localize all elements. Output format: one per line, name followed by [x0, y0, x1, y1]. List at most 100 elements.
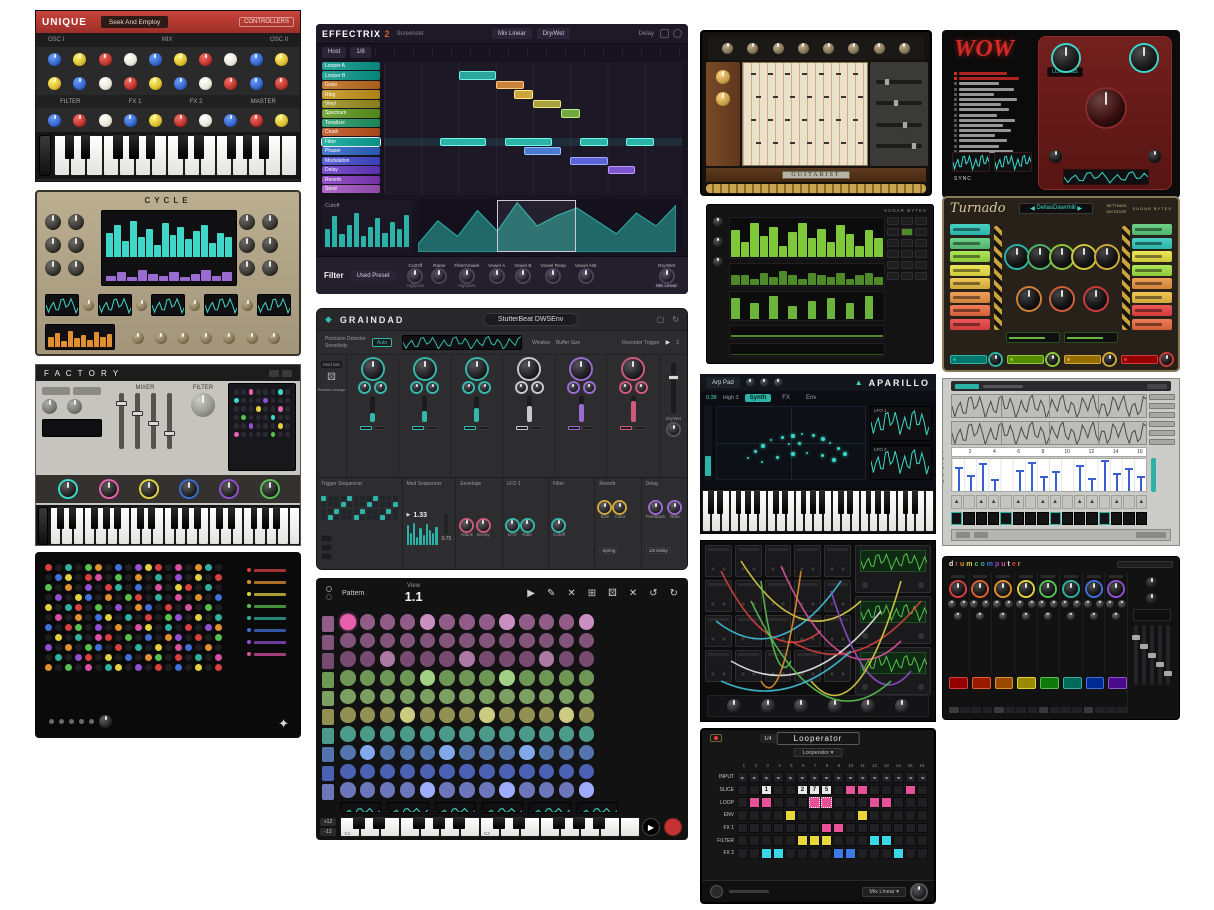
jack-icon[interactable] — [918, 582, 924, 588]
tool-icon[interactable]: ▶ — [527, 588, 535, 599]
preset-select[interactable]: ◀ DellasDawnhill ▶ — [1019, 203, 1093, 214]
clock-dot[interactable] — [175, 614, 182, 621]
piano-key-black[interactable] — [754, 490, 760, 514]
fx-slot-chip[interactable] — [1132, 305, 1172, 316]
clock-dot[interactable] — [215, 654, 222, 661]
fx-slot-chip[interactable] — [1132, 238, 1172, 249]
grid-dot[interactable] — [249, 406, 254, 412]
trigger-cell[interactable] — [321, 502, 326, 507]
drum-pad[interactable] — [949, 677, 968, 689]
step-circle[interactable] — [420, 670, 436, 686]
level-bar[interactable] — [68, 331, 74, 347]
knob[interactable] — [1148, 150, 1161, 163]
step-circle[interactable] — [499, 707, 515, 723]
trigger-cell[interactable] — [328, 515, 333, 520]
clock-dot[interactable] — [165, 584, 172, 591]
knob[interactable] — [1016, 600, 1024, 608]
fx-slot-chip[interactable] — [950, 224, 990, 235]
piano-key-black[interactable] — [573, 817, 585, 829]
level-bar[interactable] — [159, 276, 169, 281]
knob[interactable] — [199, 53, 212, 66]
step-cell[interactable] — [797, 835, 808, 846]
piano-key-white[interactable] — [289, 507, 300, 545]
module[interactable] — [824, 650, 851, 682]
level-bar[interactable] — [416, 537, 418, 544]
trigger-cell[interactable] — [373, 502, 378, 507]
jack-icon[interactable] — [780, 671, 786, 677]
clock-dot[interactable] — [205, 584, 212, 591]
step-circle[interactable] — [360, 633, 376, 649]
pitch-pin-cap[interactable] — [1113, 473, 1121, 475]
sync-chip[interactable] — [582, 426, 594, 430]
clock-dot[interactable] — [85, 564, 92, 571]
step-cell[interactable] — [869, 835, 880, 846]
level-bar[interactable] — [225, 237, 232, 257]
clock-dot[interactable] — [105, 574, 112, 581]
level-bar[interactable] — [410, 533, 412, 545]
pitch-wheel[interactable] — [38, 507, 48, 545]
level-bar[interactable] — [788, 306, 797, 319]
clock-dot[interactable] — [45, 584, 52, 591]
level-bar[interactable] — [769, 227, 778, 257]
clock-dot[interactable] — [45, 664, 52, 671]
step-cell[interactable] — [905, 797, 916, 808]
jack-icon[interactable] — [780, 566, 786, 572]
level-bar[interactable] — [432, 533, 434, 545]
pitch-lane[interactable] — [729, 217, 885, 259]
pitch-pin[interactable] — [1055, 473, 1057, 491]
step-cell[interactable] — [809, 810, 820, 821]
module[interactable] — [794, 545, 821, 577]
piano-key-black[interactable] — [838, 490, 844, 514]
knob[interactable] — [189, 300, 200, 311]
step-circle[interactable] — [459, 707, 475, 723]
level-bar[interactable] — [874, 238, 883, 257]
step-circle[interactable] — [499, 689, 515, 705]
slice-cell[interactable] — [1025, 495, 1036, 509]
clock-dot[interactable] — [65, 644, 72, 651]
knob[interactable] — [848, 43, 859, 54]
piano-key-black[interactable] — [884, 490, 890, 514]
step-circle[interactable] — [539, 670, 555, 686]
piano-key-black[interactable] — [182, 507, 189, 529]
clock-dot[interactable] — [165, 624, 172, 631]
step-cell[interactable] — [1061, 707, 1071, 713]
knob[interactable] — [224, 77, 237, 90]
pad-button[interactable] — [901, 272, 913, 280]
step-cell[interactable] — [857, 797, 868, 808]
grid-dot[interactable] — [271, 398, 276, 404]
knob[interactable] — [773, 43, 784, 54]
jack-icon[interactable] — [862, 582, 868, 588]
fader-thumb[interactable] — [1132, 635, 1140, 640]
piano-key-black[interactable] — [129, 135, 139, 159]
step-cell[interactable] — [785, 823, 796, 834]
knob[interactable] — [200, 332, 212, 344]
clock-dot[interactable] — [105, 614, 112, 621]
knob[interactable] — [1073, 246, 1095, 268]
jack-icon[interactable] — [829, 671, 835, 677]
step-cell[interactable] — [869, 823, 880, 834]
step-circle[interactable] — [380, 782, 396, 798]
pitch-pin[interactable] — [1128, 470, 1130, 491]
knob[interactable] — [899, 43, 910, 54]
clock-dot[interactable] — [155, 654, 162, 661]
knob[interactable] — [262, 481, 278, 497]
step-circle[interactable] — [519, 670, 535, 686]
step-circle[interactable] — [499, 764, 515, 780]
piano-key-black[interactable] — [717, 490, 723, 514]
clock-dot[interactable] — [85, 574, 92, 581]
step-circle[interactable] — [539, 614, 555, 630]
clock-dot[interactable] — [105, 604, 112, 611]
step-cell[interactable] — [749, 810, 760, 821]
effect-row-label[interactable]: Vinyl — [322, 100, 380, 108]
clock-dot[interactable] — [195, 584, 202, 591]
grid-dot[interactable] — [263, 432, 268, 438]
clock-dot[interactable] — [215, 664, 222, 671]
step-circle[interactable] — [519, 689, 535, 705]
step-circle[interactable] — [479, 707, 495, 723]
knob[interactable] — [149, 114, 162, 127]
module[interactable] — [765, 615, 792, 647]
knob[interactable] — [951, 582, 965, 596]
step-cell[interactable] — [905, 835, 916, 846]
clock-dot[interactable] — [55, 584, 62, 591]
knob[interactable] — [67, 399, 82, 414]
